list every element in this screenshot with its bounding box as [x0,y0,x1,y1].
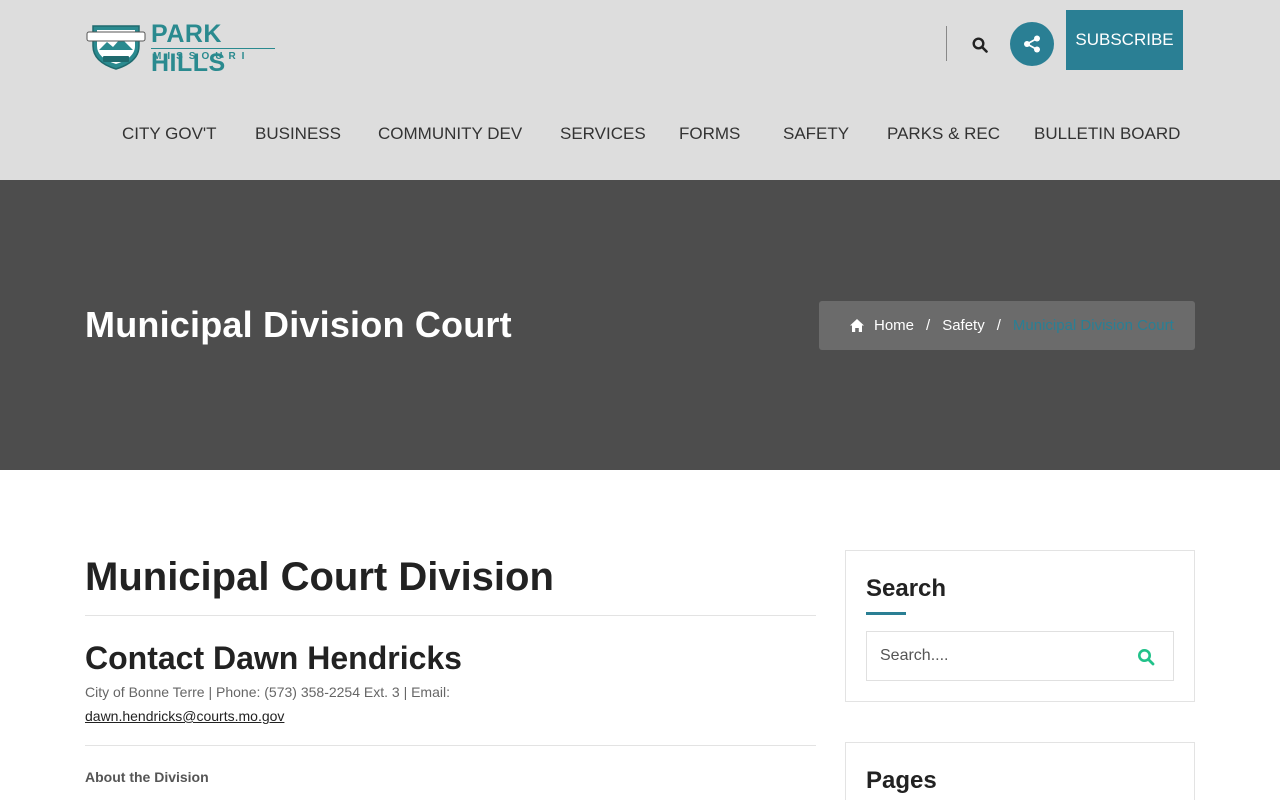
nav-item-business[interactable]: BUSINESS [255,124,341,144]
search-icon [1138,649,1155,666]
search-widget-title: Search [866,575,947,602]
contact-details: City of Bonne Terre | Phone: (573) 358-2… [85,684,450,700]
sidebar-search-input[interactable] [867,632,1127,680]
nav-item-parks-rec[interactable]: PARKS & REC [887,124,1000,144]
content-divider [85,745,816,746]
contact-heading: Contact Dawn Hendricks [85,640,462,676]
widget-title-underline [866,612,906,615]
logo-divider [151,48,275,49]
content-divider [85,615,816,616]
header-divider [946,26,947,61]
contact-email-link[interactable]: dawn.hendricks@courts.mo.gov [85,708,284,724]
logo-name: PARK HILLS [151,20,226,77]
main-nav: CITY GOV'T BUSINESS COMMUNITY DEV SERVIC… [0,118,1280,152]
search-widget: Search [845,550,1195,702]
subscribe-button[interactable]: SUBSCRIBE [1066,10,1183,70]
search-icon [972,37,988,53]
nav-item-forms[interactable]: FORMS [679,124,740,144]
about-heading: About the Division [85,769,209,785]
nav-item-safety[interactable]: SAFETY [783,124,849,144]
share-icon [1024,35,1040,53]
logo-subtitle: MISSOURI [153,51,251,62]
site-logo[interactable]: PARK HILLS MISSOURI [85,18,280,77]
nav-item-community-dev[interactable]: COMMUNITY DEV [378,124,522,144]
header-search-button[interactable] [966,30,994,60]
breadcrumb-separator: / [996,317,1001,334]
home-icon [850,319,864,332]
content-title: Municipal Court Division [85,555,554,599]
breadcrumb-separator: / [926,317,931,334]
breadcrumb-home-label: Home [874,317,915,334]
park-hills-seal-logo [86,25,146,70]
nav-item-bulletin-board[interactable]: BULLETIN BOARD [1034,124,1180,144]
pages-widget: Pages [845,742,1195,800]
nav-item-services[interactable]: SERVICES [560,124,646,144]
breadcrumb-safety[interactable]: Safety [942,317,985,334]
pages-widget-title: Pages [866,767,937,794]
page-title: Municipal Division Court [85,304,512,345]
breadcrumb-current: Municipal Division Court [1012,317,1174,334]
site-header: PARK HILLS MISSOURI SUBSCRIBE CITY GOV'T… [0,0,1280,180]
sidebar-search-box [866,631,1174,681]
share-button[interactable] [1010,22,1054,66]
nav-item-city-govt[interactable]: CITY GOV'T [122,124,217,144]
breadcrumb: Home / Safety / Municipal Division Court [819,301,1195,350]
breadcrumb-home[interactable]: Home [849,317,914,334]
page-hero: Municipal Division Court Home / Safety /… [0,180,1280,470]
sidebar-search-submit[interactable] [1133,644,1159,670]
